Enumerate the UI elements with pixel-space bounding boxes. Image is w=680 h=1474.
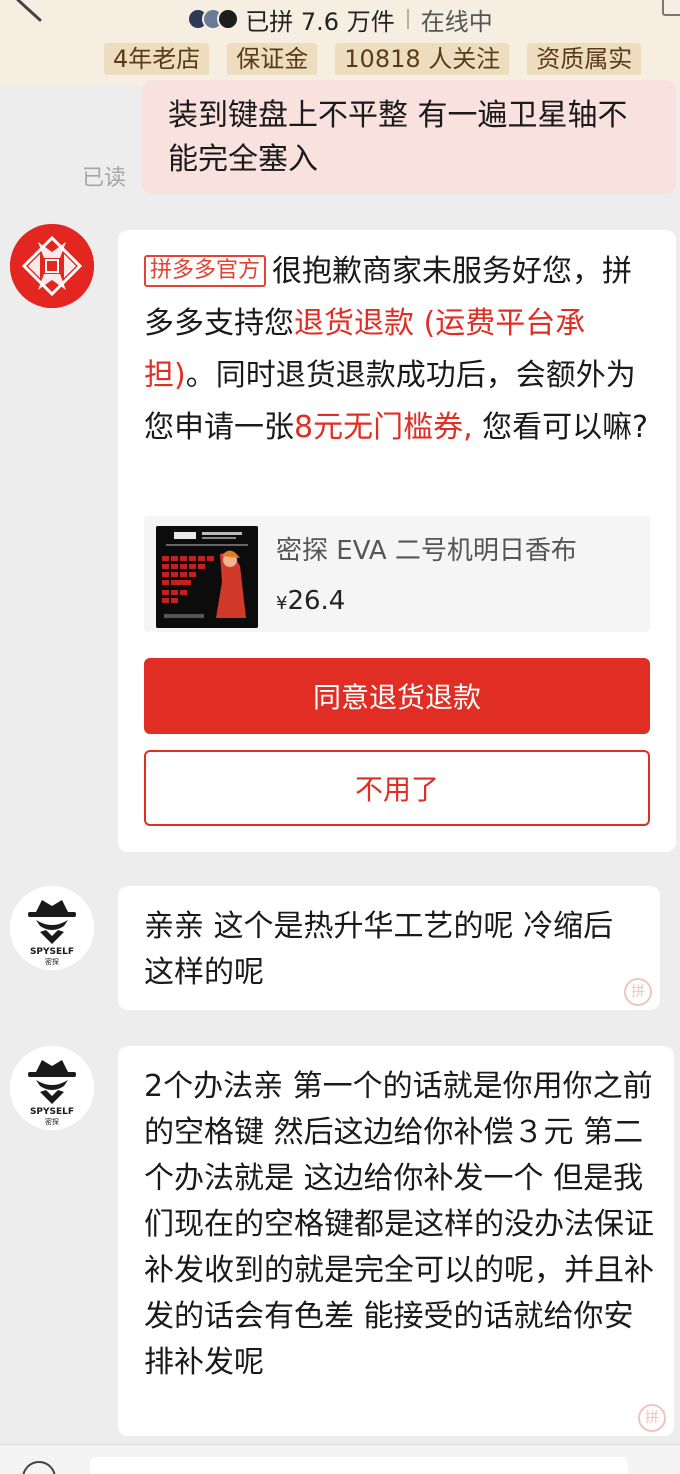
coupon-highlight: 8元无门槛券, bbox=[294, 410, 473, 445]
spyself-logo-icon: SPYSELF 密探 bbox=[10, 1046, 94, 1130]
divider bbox=[406, 9, 409, 29]
more-icon[interactable] bbox=[662, 0, 680, 16]
input-bar bbox=[0, 1444, 680, 1474]
official-message-card: 拼多多官方 很抱歉商家未服务好您，拼多多支持您退货退款 (运费平台承担)。同时退货… bbox=[118, 230, 676, 852]
merchant-message: 亲亲 这个是热升华工艺的呢 冷缩后这样的呢 拼 bbox=[118, 886, 660, 1010]
official-message-text: 拼多多官方 很抱歉商家未服务好您，拼多多支持您退货退款 (运费平台承担)。同时退货… bbox=[144, 246, 654, 454]
pinduoduo-logo-icon bbox=[10, 224, 94, 308]
message-text: 您看可以嘛? bbox=[472, 410, 649, 445]
merchant-message: 2个办法亲 第一个的话就是你用你之前的空格键 然后这边给你补偿３元 第二个办法就… bbox=[118, 1046, 674, 1436]
voice-icon[interactable] bbox=[22, 1461, 56, 1474]
online-status: 在线中 bbox=[420, 7, 493, 36]
message-input[interactable] bbox=[90, 1457, 628, 1474]
message-text: 2个办法亲 第一个的话就是你用你之前的空格键 然后这边给你补偿３元 第二个办法就… bbox=[144, 1069, 654, 1380]
pinduoduo-official-avatar[interactable] bbox=[10, 224, 94, 308]
store-header: 已拼 7.6 万件 在线中 4年老店 保证金 10818 人关注 资质属实 bbox=[0, 0, 680, 86]
buyer-avatars bbox=[187, 8, 240, 30]
agree-refund-button[interactable]: 同意退货退款 bbox=[144, 658, 650, 734]
brand-name-cn: 密探 bbox=[45, 957, 59, 966]
official-badge: 拼多多官方 bbox=[144, 255, 267, 287]
store-stats-row: 已拼 7.6 万件 在线中 bbox=[0, 2, 680, 36]
product-name: 密探 EVA 二号机明日香布 bbox=[276, 536, 577, 566]
merchant-avatar[interactable]: SPYSELF 密探 bbox=[10, 1046, 94, 1130]
spyself-logo-icon: SPYSELF 密探 bbox=[10, 886, 94, 970]
product-thumbnail bbox=[156, 526, 258, 628]
product-price: ¥26.4 bbox=[276, 586, 345, 616]
brand-name-cn: 密探 bbox=[45, 1117, 59, 1126]
tag-followers[interactable]: 10818 人关注 bbox=[335, 43, 510, 75]
price-value: 26.4 bbox=[287, 586, 346, 616]
pinduoduo-watermark-icon: 拼 bbox=[638, 1404, 666, 1432]
merchant-avatar[interactable]: SPYSELF 密探 bbox=[10, 886, 94, 970]
decline-button[interactable]: 不用了 bbox=[144, 750, 650, 826]
message-text: 亲亲 这个是热升华工艺的呢 冷缩后这样的呢 bbox=[144, 909, 614, 990]
brand-name: SPYSELF bbox=[30, 1107, 74, 1117]
outgoing-message: 装到键盘上不平整 有一遍卫星轴不能完全塞入 bbox=[142, 80, 676, 194]
buyer-avatar bbox=[217, 8, 240, 30]
tag-verified[interactable]: 资质属实 bbox=[527, 43, 642, 75]
pinduoduo-watermark-icon: 拼 bbox=[624, 978, 652, 1006]
product-card[interactable]: 密探 EVA 二号机明日香布 ¥26.4 bbox=[144, 516, 650, 632]
tag-store-age[interactable]: 4年老店 bbox=[104, 43, 210, 75]
tag-deposit[interactable]: 保证金 bbox=[227, 43, 318, 75]
store-tags: 4年老店 保证金 10818 人关注 资质属实 bbox=[104, 43, 642, 75]
brand-name: SPYSELF bbox=[30, 947, 74, 957]
currency-symbol: ¥ bbox=[276, 593, 288, 614]
read-receipt: 已读 bbox=[82, 166, 127, 191]
sales-count: 已拼 7.6 万件 bbox=[245, 7, 395, 36]
